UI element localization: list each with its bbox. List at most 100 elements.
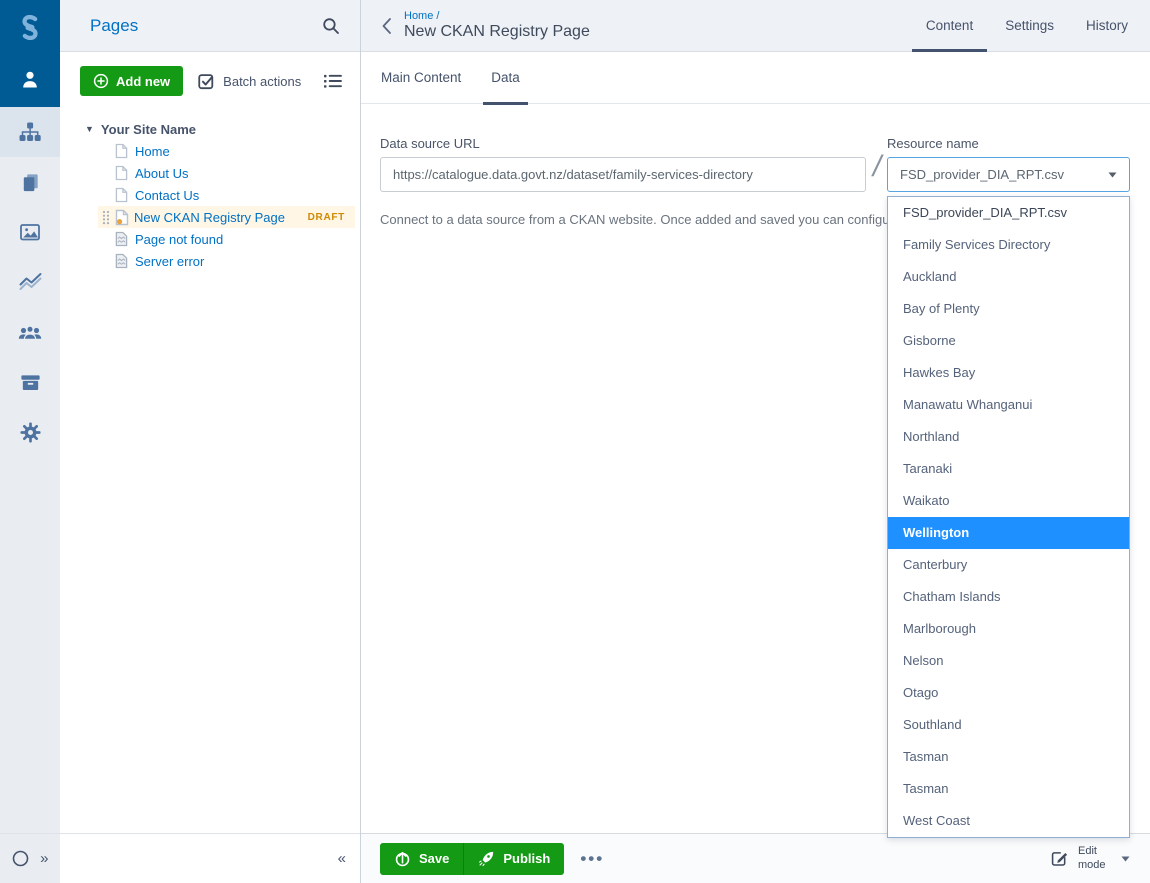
page-title: New CKAN Registry Page	[404, 23, 590, 41]
batch-actions-label: Batch actions	[223, 74, 301, 89]
site-tree-icon	[18, 120, 42, 144]
tab-content[interactable]: Content	[924, 0, 975, 52]
nav-item-reports[interactable]	[0, 257, 60, 307]
tree-node-contact-us[interactable]: Contact Us	[60, 184, 360, 206]
tree-node-label[interactable]: Server error	[135, 254, 204, 269]
main-area: Home / New CKAN Registry Page Content Se…	[361, 0, 1150, 883]
resource-name-select[interactable]: FSD_provider_DIA_RPT.csv	[887, 157, 1130, 192]
nav-item-security[interactable]	[0, 307, 60, 357]
save-publish-group: Save Publish	[380, 843, 564, 875]
nav-item-pages[interactable]	[0, 107, 60, 157]
panel-actions: Add new Batch actions	[60, 52, 360, 96]
edit-mode-selector[interactable]: Edit mode	[1050, 845, 1130, 871]
tree-node-label[interactable]: New CKAN Registry Page	[134, 210, 285, 225]
main-header: Home / New CKAN Registry Page Content Se…	[361, 0, 1150, 52]
dropdown-option[interactable]: Bay of Plenty	[888, 293, 1129, 325]
dropdown-option[interactable]: Otago	[888, 677, 1129, 709]
tree-node-page-not-found[interactable]: Page not found	[60, 228, 360, 250]
search-icon[interactable]	[320, 15, 342, 37]
page-icon	[115, 143, 128, 159]
nav-item-media[interactable]	[0, 207, 60, 257]
view-list-button[interactable]	[323, 73, 342, 89]
data-source-url-label: Data source URL	[380, 136, 480, 151]
tree-node-about-us[interactable]: About Us	[60, 162, 360, 184]
dropdown-option[interactable]: Gisborne	[888, 325, 1129, 357]
dropdown-option[interactable]: West Coast	[888, 805, 1129, 837]
resource-select-value: FSD_provider_DIA_RPT.csv	[900, 167, 1064, 182]
dropdown-option[interactable]: Tasman	[888, 741, 1129, 773]
dropdown-option[interactable]: Waikato	[888, 485, 1129, 517]
tab-settings[interactable]: Settings	[1003, 0, 1056, 52]
subtab-main-content[interactable]: Main Content	[381, 52, 461, 104]
dropdown-option[interactable]: FSD_provider_DIA_RPT.csv	[888, 197, 1129, 229]
upload-circle-icon	[394, 850, 411, 867]
tree-node-label[interactable]: Page not found	[135, 232, 223, 247]
user-icon	[18, 67, 42, 91]
site-tree: ▼ Your Site Name Home About Us Contact U…	[60, 96, 360, 272]
left-nav-footer: »	[0, 833, 60, 883]
header-tabs: Content Settings History	[924, 0, 1130, 52]
batch-actions-button[interactable]: Batch actions	[197, 72, 301, 90]
page-icon	[115, 165, 128, 181]
page-icon	[115, 187, 128, 203]
back-button[interactable]	[375, 13, 398, 39]
circle-icon[interactable]	[12, 850, 29, 867]
data-source-url-input[interactable]	[380, 157, 866, 192]
tree-node-root[interactable]: ▼ Your Site Name	[60, 118, 360, 140]
caret-down-icon	[1121, 856, 1130, 862]
silverstripe-logo-icon	[15, 12, 45, 43]
chevron-left-icon	[381, 17, 392, 35]
draft-status-badge: DRAFT	[308, 212, 345, 223]
tree-node-new-ckan-registry-page[interactable]: New CKAN Registry Page DRAFT	[98, 206, 355, 228]
error-page-icon	[115, 253, 128, 269]
dropdown-option[interactable]: Marlborough	[888, 613, 1129, 645]
users-icon	[17, 320, 43, 344]
add-new-label: Add new	[116, 74, 170, 89]
subtab-data[interactable]: Data	[491, 52, 520, 104]
dropdown-option[interactable]: Southland	[888, 709, 1129, 741]
pages-panel-footer: «	[60, 833, 360, 883]
dropdown-option[interactable]: Hawkes Bay	[888, 357, 1129, 389]
dropdown-option[interactable]: Northland	[888, 421, 1129, 453]
tree-collapse-icon[interactable]: ▼	[85, 124, 94, 134]
chart-icon	[18, 270, 43, 294]
rocket-icon	[478, 850, 495, 867]
dropdown-option[interactable]: Chatham Islands	[888, 581, 1129, 613]
tree-node-label[interactable]: Contact Us	[135, 188, 199, 203]
publish-button[interactable]: Publish	[463, 843, 564, 875]
dropdown-option[interactable]: Taranaki	[888, 453, 1129, 485]
tree-node-home[interactable]: Home	[60, 140, 360, 162]
nav-item-settings[interactable]	[0, 407, 60, 457]
publish-label: Publish	[503, 851, 550, 866]
tree-node-server-error[interactable]: Server error	[60, 250, 360, 272]
panel-title: Pages	[90, 16, 320, 36]
dropdown-option[interactable]: Manawatu Whanganui	[888, 389, 1129, 421]
dropdown-option[interactable]: Family Services Directory	[888, 229, 1129, 261]
drag-handle-icon[interactable]	[102, 210, 110, 225]
tree-node-label[interactable]: Home	[135, 144, 170, 159]
edit-pencil-icon	[1050, 849, 1069, 868]
dropdown-option[interactable]: Tasman	[888, 773, 1129, 805]
collapse-panel-button[interactable]: «	[338, 850, 346, 867]
tab-history[interactable]: History	[1084, 0, 1130, 52]
error-page-icon	[115, 231, 128, 247]
save-button[interactable]: Save	[380, 843, 463, 875]
resource-name-label: Resource name	[887, 136, 979, 151]
nav-item-archive[interactable]	[0, 357, 60, 407]
dropdown-option[interactable]: Canterbury	[888, 549, 1129, 581]
nav-item-files[interactable]	[0, 157, 60, 207]
dropdown-option[interactable]: Auckland	[888, 261, 1129, 293]
caret-down-icon	[1108, 172, 1117, 178]
breadcrumb[interactable]: Home /	[404, 10, 590, 22]
expand-menu-button[interactable]: »	[40, 850, 48, 867]
list-icon	[323, 73, 342, 89]
silverstripe-logo[interactable]	[0, 0, 60, 54]
gear-icon	[19, 421, 42, 444]
tree-node-label[interactable]: About Us	[135, 166, 188, 181]
more-actions-button[interactable]: •••	[580, 849, 604, 869]
add-new-button[interactable]: Add new	[80, 66, 183, 96]
dropdown-option[interactable]: Nelson	[888, 645, 1129, 677]
archive-icon	[19, 371, 42, 394]
dropdown-option[interactable]: Wellington	[888, 517, 1129, 549]
nav-item-profile[interactable]	[0, 54, 60, 104]
